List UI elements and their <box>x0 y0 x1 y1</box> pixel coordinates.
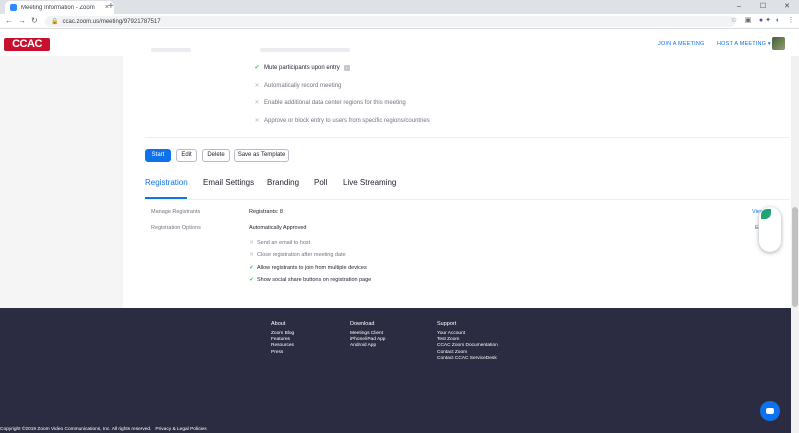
profile-icon[interactable]: ◐ <box>774 17 782 25</box>
footer-support-list: Your Account Test Zoom CCAC Zoom Documen… <box>437 331 498 362</box>
host-meeting-menu[interactable]: HOST A MEETING ▾ <box>717 41 771 47</box>
back-icon[interactable]: ← <box>5 15 13 27</box>
extension-icon[interactable]: ▣ <box>744 17 752 25</box>
assistant-leaf-icon <box>761 209 771 219</box>
reg-option-email-host: ✕ Send an email to host <box>249 240 310 246</box>
footer-link[interactable]: Resources <box>271 343 294 349</box>
reg-option-label: Send an email to host <box>257 240 311 246</box>
maximize-button[interactable]: ☐ <box>751 0 775 14</box>
option-label: Approve or block entry to users from spe… <box>264 117 430 124</box>
join-meeting-link[interactable]: JOIN A MEETING <box>658 41 705 47</box>
ccac-logo[interactable]: CCAC <box>4 38 50 51</box>
check-icon: ✔ <box>249 277 254 283</box>
tab-poll[interactable]: Poll <box>314 178 327 187</box>
scrollbar-thumb[interactable] <box>792 207 798 307</box>
url-text: ccac.zoom.us/meeting/97921787517 <box>62 18 161 25</box>
info-icon[interactable]: i <box>343 64 350 71</box>
clipped-option <box>260 48 350 52</box>
browser-tab-title: Meeting Information - Zoom <box>21 4 95 11</box>
site-footer: About Zoom Blog Features Resources Press… <box>0 308 791 433</box>
privacy-legal-link[interactable]: Privacy & Legal Policies <box>155 427 206 432</box>
registrants-count: Registrants: 8 <box>249 209 283 215</box>
address-toolbar: ← → ↻ 🔒 ccac.zoom.us/meeting/97921787517… <box>0 14 799 29</box>
delete-button[interactable]: Delete <box>202 149 230 162</box>
footer-link[interactable]: Android App <box>350 343 385 349</box>
footer-download-heading: Download <box>350 321 375 327</box>
minimize-button[interactable]: – <box>727 0 751 14</box>
footer-about-heading: About <box>271 321 286 327</box>
browser-tab-strip: Meeting Information - Zoom × + – ☐ ✕ <box>0 0 799 14</box>
chat-button[interactable] <box>760 401 780 421</box>
cross-icon: ✕ <box>254 83 260 89</box>
divider <box>145 137 790 138</box>
lock-icon: 🔒 <box>51 19 59 25</box>
reg-option-label: Show social share buttons on registratio… <box>257 277 372 283</box>
copyright-text: Copyright ©2019 Zoom Video Communication… <box>0 427 152 432</box>
clipped-label <box>151 48 191 52</box>
check-icon: ✔ <box>249 265 254 271</box>
chat-bubble-icon <box>766 408 774 414</box>
tab-branding[interactable]: Branding <box>267 178 299 187</box>
footer-download-list: Meetings Client iPhone/iPad App Android … <box>350 331 385 350</box>
puzzle-extensions-icon[interactable]: ✦ <box>764 17 772 25</box>
bookmark-star-icon[interactable]: ☆ <box>730 17 738 25</box>
option-data-center-regions: ✕ Enable additional data center regions … <box>254 99 406 107</box>
copyright-line: Copyright ©2019 Zoom Video Communication… <box>0 427 207 432</box>
reg-option-label: Allow registrants to join from multiple … <box>257 265 367 271</box>
reg-option-close-registration: ✕ Close registration after meeting date <box>249 252 346 258</box>
registration-options-label: Registration Options <box>151 225 201 231</box>
new-tab-button[interactable]: + <box>108 1 114 13</box>
zoom-favicon-icon <box>10 4 17 11</box>
cross-icon: ✕ <box>249 252 254 258</box>
tab-email-settings[interactable]: Email Settings <box>203 178 254 187</box>
footer-link[interactable]: CCAC Zoom Documentation <box>437 343 498 349</box>
approval-mode: Automatically Approved <box>249 225 307 231</box>
start-button[interactable]: Start <box>145 149 171 162</box>
check-icon: ✔ <box>254 65 260 71</box>
footer-support-heading: Support <box>437 321 457 327</box>
footer-about-list: Zoom Blog Features Resources Press <box>271 331 294 356</box>
reg-option-social-share: ✔ Show social share buttons on registrat… <box>249 277 371 283</box>
forward-icon[interactable]: → <box>18 15 26 27</box>
browser-menu-icon[interactable]: ⋮ <box>787 17 795 25</box>
footer-link[interactable]: Press <box>271 350 294 356</box>
option-label: Mute participants upon entry <box>264 64 340 71</box>
url-bar[interactable]: 🔒 ccac.zoom.us/meeting/97921787517 <box>45 16 735 27</box>
option-approve-block-regions: ✕ Approve or block entry to users from s… <box>254 117 430 125</box>
option-label: Enable additional data center regions fo… <box>264 99 406 106</box>
reg-option-label: Close registration after meeting date <box>257 252 346 258</box>
tab-live-streaming[interactable]: Live Streaming <box>343 178 396 187</box>
cross-icon: ✕ <box>249 240 254 246</box>
cross-icon: ✕ <box>254 100 260 106</box>
floating-assistant-widget[interactable] <box>759 207 781 252</box>
option-auto-record: ✕ Automatically record meeting <box>254 82 342 90</box>
option-label: Automatically record meeting <box>264 82 342 89</box>
browser-tab[interactable]: Meeting Information - Zoom × <box>5 1 114 14</box>
tab-registration[interactable]: Registration <box>145 178 188 187</box>
manage-registrants-label: Manage Registrants <box>151 209 201 215</box>
reload-icon[interactable]: ↻ <box>31 15 38 27</box>
footer-link[interactable]: Contact CCAC ServiceDesk <box>437 356 498 362</box>
site-header: CCAC JOIN A MEETING HOST A MEETING ▾ <box>0 30 799 56</box>
window-close-button[interactable]: ✕ <box>775 0 799 14</box>
avatar[interactable] <box>772 37 785 50</box>
tabs-border <box>145 199 790 200</box>
cross-icon: ✕ <box>254 118 260 124</box>
reg-option-multiple-devices: ✔ Allow registrants to join from multipl… <box>249 265 367 271</box>
active-tab-indicator <box>145 197 187 199</box>
save-as-template-button[interactable]: Save as Template <box>234 149 289 162</box>
option-mute-on-entry: ✔ Mute participants upon entry i <box>254 64 350 71</box>
edit-button[interactable]: Edit <box>176 149 197 162</box>
